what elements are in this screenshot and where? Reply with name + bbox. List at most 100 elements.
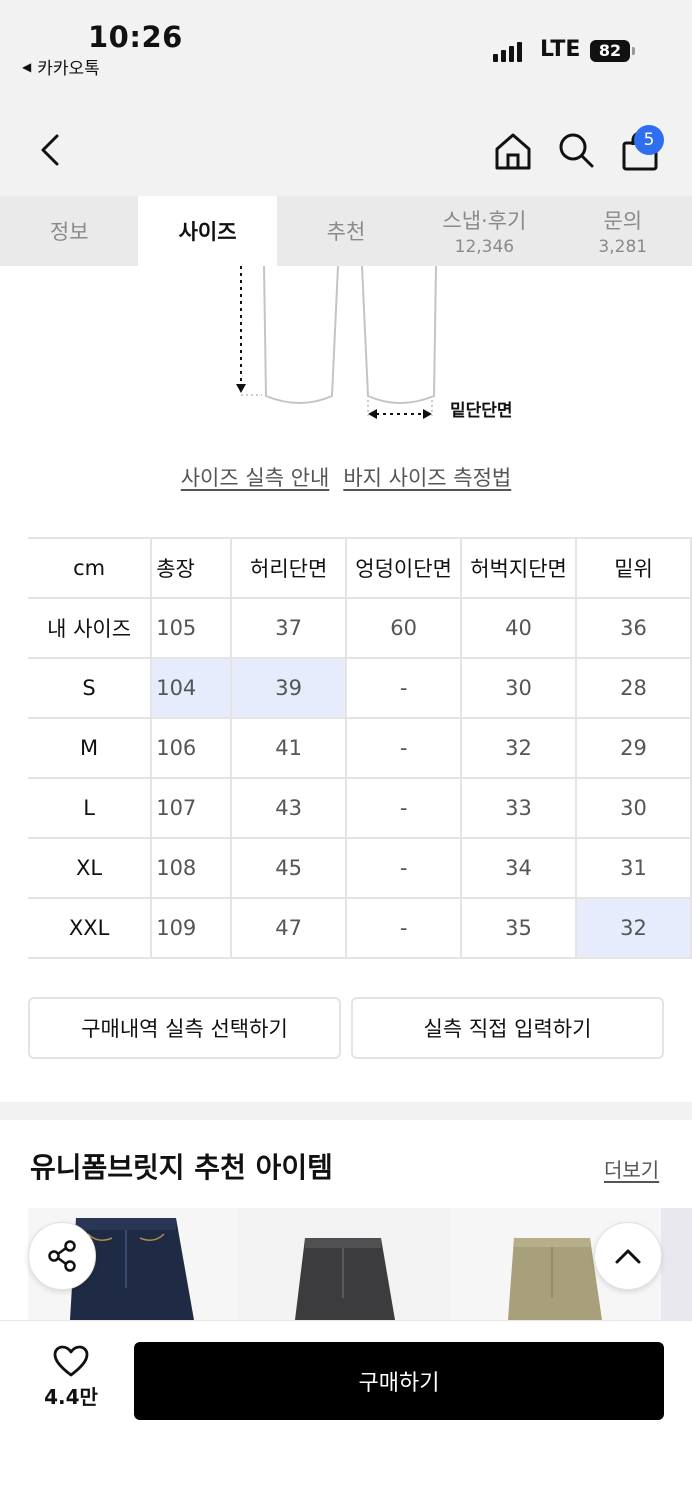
row-header: XL	[28, 838, 153, 899]
size-guide-links: 사이즈 실측 안내 바지 사이즈 측정법	[0, 462, 692, 492]
back-app-label: 카카오톡	[37, 59, 100, 79]
table-cell: 36	[576, 598, 692, 659]
table-cell: 108	[151, 838, 233, 899]
product-tabs: 정보 사이즈 추천 스냅·후기 12,346 문의 3,281	[0, 196, 692, 266]
unit-header: cm	[28, 537, 153, 599]
table-cell-highlighted: 39	[231, 658, 348, 719]
select-purchase-history-button[interactable]: 구매내역 실측 선택하기	[28, 997, 341, 1059]
table-row-my-size: 내 사이즈 105 37 60 40 36	[28, 598, 692, 659]
chevron-up-icon	[615, 1249, 641, 1264]
tab-info[interactable]: 정보	[0, 196, 138, 266]
signal-strength-icon	[493, 40, 522, 62]
table-cell: 105	[151, 598, 233, 659]
tab-size[interactable]: 사이즈	[138, 196, 277, 266]
size-table: cm 총장 허리단면 엉덩이단면 허벅지단면 밑위 내 사이즈 105 37 6…	[28, 537, 692, 959]
size-measure-guide-link[interactable]: 사이즈 실측 안내	[181, 462, 330, 492]
table-cell: 43	[231, 778, 348, 839]
share-icon	[48, 1240, 76, 1272]
table-cell: 107	[151, 778, 233, 839]
column-header: 엉덩이단면	[346, 537, 463, 599]
search-icon	[559, 133, 594, 168]
status-bar: 10:26 ◀ 카카오톡 LTE 82	[0, 0, 692, 100]
share-button[interactable]	[28, 1222, 96, 1290]
table-row-xl: XL 108 45 - 34 31	[28, 838, 692, 899]
table-row-l: L 107 43 - 33 30	[28, 778, 692, 839]
pants-illustration	[236, 265, 437, 419]
table-cell-highlighted: 32	[576, 898, 692, 959]
hem-width-label: 밑단단면	[450, 401, 513, 421]
product-thumbnail[interactable]	[239, 1208, 450, 1320]
table-cell: 45	[231, 838, 348, 899]
table-cell: 31	[576, 838, 692, 899]
battery-icon: 82	[590, 40, 635, 62]
table-cell: 109	[151, 898, 233, 959]
like-button[interactable]: 4.4만	[36, 1345, 106, 1410]
status-time: 10:26	[88, 20, 183, 54]
like-count: 4.4만	[44, 1385, 98, 1409]
table-cell: 29	[576, 718, 692, 779]
table-cell: 33	[461, 778, 578, 839]
tab-count: 3,281	[598, 237, 648, 257]
table-row-xxl: XXL 109 47 - 35 32	[28, 898, 692, 959]
table-cell: 106	[151, 718, 233, 779]
table-cell: 32	[461, 718, 578, 779]
row-header: L	[28, 778, 153, 839]
table-cell: -	[346, 718, 463, 779]
table-cell: 47	[231, 898, 348, 959]
back-to-app-link[interactable]: ◀ 카카오톡	[22, 54, 100, 79]
network-type: LTE	[540, 37, 581, 62]
table-cell: -	[346, 658, 463, 719]
tab-recommend[interactable]: 추천	[277, 196, 415, 266]
table-cell: 60	[346, 598, 463, 659]
table-cell: 28	[576, 658, 692, 719]
table-header-row: cm 총장 허리단면 엉덩이단면 허벅지단면 밑위	[28, 537, 692, 599]
table-cell: -	[346, 898, 463, 959]
heart-icon	[53, 1345, 89, 1377]
row-header: XXL	[28, 898, 153, 959]
column-header: 총장	[151, 537, 233, 599]
washed-black-jeans-image	[295, 1238, 395, 1320]
section-divider	[0, 1102, 692, 1120]
see-more-link[interactable]: 더보기	[604, 1154, 659, 1183]
tab-label: 문의	[603, 209, 643, 233]
table-cell: 41	[231, 718, 348, 779]
pants-measure-diagram: 밑단단면	[0, 265, 692, 436]
tab-label: 스냅·후기	[442, 209, 527, 233]
home-button[interactable]	[490, 128, 536, 174]
tab-label: 사이즈	[178, 220, 237, 244]
recommend-title: 유니폼브릿지 추천 아이템	[30, 1151, 333, 1184]
column-header: 허리단면	[231, 537, 348, 599]
table-cell: -	[346, 838, 463, 899]
bottom-purchase-bar: 4.4만 구매하기	[0, 1320, 692, 1500]
scroll-to-top-button[interactable]	[594, 1222, 662, 1290]
row-header: S	[28, 658, 153, 719]
tab-inquiry[interactable]: 문의 3,281	[554, 196, 692, 266]
product-thumbnail[interactable]	[661, 1208, 692, 1320]
back-icon	[41, 134, 59, 166]
home-icon	[495, 133, 531, 170]
tab-label: 추천	[326, 220, 366, 244]
pants-measure-method-link[interactable]: 바지 사이즈 측정법	[343, 462, 511, 492]
row-header: M	[28, 718, 153, 779]
back-button[interactable]	[30, 128, 70, 172]
table-row-s: S 104 39 - 30 28	[28, 658, 692, 719]
back-triangle-icon: ◀	[22, 59, 32, 74]
column-header: 허벅지단면	[461, 537, 578, 599]
recommend-section: 유니폼브릿지 추천 아이템 더보기	[0, 1120, 692, 1320]
table-cell: 34	[461, 838, 578, 899]
search-button[interactable]	[554, 128, 598, 172]
table-cell: 30	[576, 778, 692, 839]
table-row-m: M 106 41 - 32 29	[28, 718, 692, 779]
table-cell: 40	[461, 598, 578, 659]
table-cell-highlighted: 104	[151, 658, 233, 719]
column-header: 밑위	[576, 537, 692, 599]
table-cell: -	[346, 778, 463, 839]
buy-button[interactable]: 구매하기	[134, 1342, 664, 1420]
tab-label: 정보	[49, 220, 89, 244]
row-header: 내 사이즈	[28, 598, 153, 659]
manual-measure-input-button[interactable]: 실측 직접 입력하기	[351, 997, 664, 1059]
table-cell: 35	[461, 898, 578, 959]
tab-snap-review[interactable]: 스냅·후기 12,346	[415, 196, 553, 266]
app-header	[0, 100, 692, 196]
cart-count-badge: 5	[634, 125, 664, 155]
